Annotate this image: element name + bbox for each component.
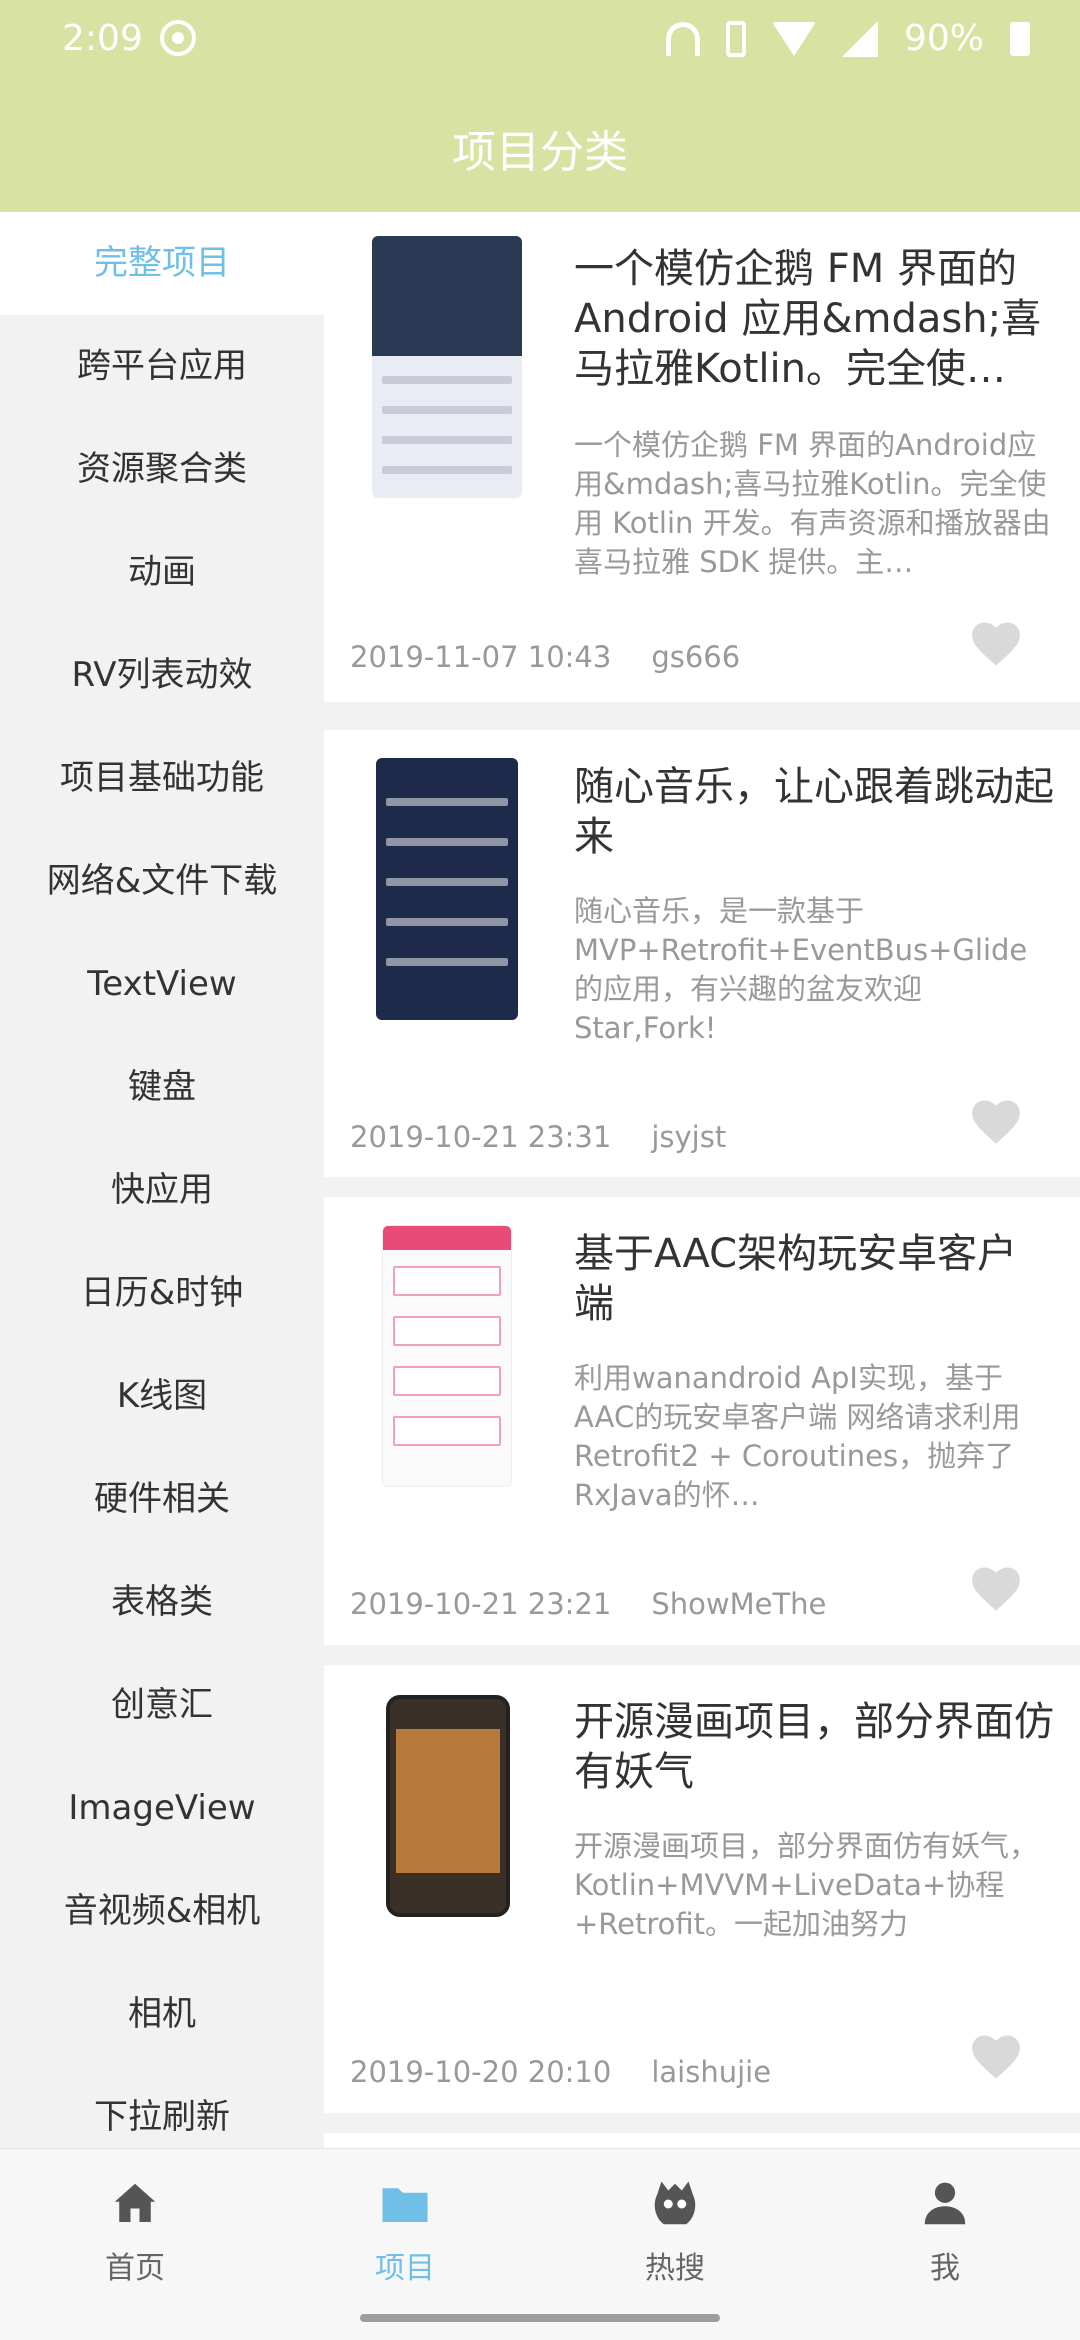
tab-home[interactable]: 首页 (55, 2177, 215, 2287)
tab-label: 首页 (105, 2251, 165, 2286)
vibrate-icon (725, 20, 746, 57)
project-date: 2019-10-21 23:21 (350, 1587, 612, 1621)
sidebar-item-imageview[interactable]: ImageView (0, 1757, 324, 1860)
sidebar-item-basic[interactable]: 项目基础功能 (0, 727, 324, 830)
sidebar-item-animation[interactable]: 动画 (0, 521, 324, 624)
heart-icon[interactable] (968, 2031, 1024, 2081)
folder-icon (382, 2188, 428, 2222)
tab-hot-search[interactable]: 热搜 (595, 2177, 755, 2287)
sidebar-item-creative[interactable]: 创意汇 (0, 1654, 324, 1757)
sidebar-item-kline[interactable]: K线图 (0, 1345, 324, 1448)
project-date: 2019-10-20 20:10 (350, 2055, 612, 2089)
project-thumbnail (376, 758, 518, 1020)
heart-icon[interactable] (968, 618, 1024, 668)
heart-icon[interactable] (968, 1563, 1024, 1613)
sidebar-item-rv-effects[interactable]: RV列表动效 (0, 624, 324, 727)
sidebar-item-keyboard[interactable]: 键盘 (0, 1036, 324, 1139)
project-title: 开源漫画项目，部分界面仿有妖气 (574, 1699, 1054, 1795)
sidebar-item-hardware[interactable]: 硬件相关 (0, 1448, 324, 1551)
sync-icon (160, 20, 196, 56)
sidebar-item-textview[interactable]: TextView (0, 933, 324, 1036)
project-meta: 2019-10-20 20:10 laishujie (350, 2055, 771, 2089)
sidebar-item-refresh[interactable]: 下拉刷新 (0, 2066, 324, 2148)
project-desc: 利用wanandroid ApI实现，基于AAC的玩安卓客户端 网络请求利用Re… (574, 1361, 1021, 1512)
sidebar-item-calendar[interactable]: 日历&时钟 (0, 1242, 324, 1345)
battery-percent: 90% (903, 18, 984, 59)
project-card[interactable]: 一个模仿企鹅 FM 界面的 Android 应用&mdash;喜马拉雅Kotli… (324, 212, 1080, 702)
sidebar-item-complete[interactable]: 完整项目 (0, 212, 324, 315)
home-icon (114, 2183, 156, 2222)
tab-label: 我 (930, 2251, 960, 2286)
project-author: gs666 (651, 640, 741, 674)
gesture-bar[interactable] (360, 2314, 720, 2322)
project-list: 一个模仿企鹅 FM 界面的 Android 应用&mdash;喜马拉雅Kotli… (324, 212, 1080, 2148)
project-desc: 开源漫画项目，部分界面仿有妖气，Kotlin+MVVM+LiveData+协程+… (574, 1829, 1039, 1941)
tab-label: 热搜 (645, 2251, 705, 2286)
bottom-nav: 首页 项目 热搜 我 (0, 2148, 1080, 2340)
project-author: ShowMeThe (651, 1587, 827, 1621)
sidebar-item-cross-platform[interactable]: 跨平台应用 (0, 315, 324, 418)
project-desc: 一个模仿企鹅 FM 界面的Android应用&mdash;喜马拉雅Kotlin。… (574, 428, 1051, 579)
tab-label: 项目 (375, 2251, 435, 2286)
sidebar-item-quickapp[interactable]: 快应用 (0, 1139, 324, 1242)
project-thumbnail (372, 236, 522, 498)
app-header: 2:09 90% 项目分类 (0, 0, 1080, 212)
project-meta: 2019-10-21 23:31 jsyjst (350, 1120, 726, 1154)
headphones-icon (665, 21, 700, 56)
status-time: 2:09 (62, 18, 143, 59)
sidebar-item-table[interactable]: 表格类 (0, 1551, 324, 1654)
wifi-icon (771, 21, 816, 56)
project-title: 基于AAC架构玩安卓客户端 (574, 1231, 1018, 1327)
heart-icon[interactable] (968, 1096, 1024, 1146)
sidebar-item-aggregation[interactable]: 资源聚合类 (0, 418, 324, 521)
project-thumbnail (386, 1695, 510, 1917)
sidebar-item-camera[interactable]: 相机 (0, 1963, 324, 2066)
page-title: 项目分类 (452, 127, 628, 178)
project-card[interactable]: 基于AAC架构玩安卓客户端 利用wanandroid ApI实现，基于AAC的玩… (324, 1197, 1080, 1645)
project-card[interactable]: 开源漫画项目，部分界面仿有妖气 开源漫画项目，部分界面仿有妖气，Kotlin+M… (324, 1665, 1080, 2113)
monster-icon (654, 2181, 696, 2225)
status-bar: 2:09 90% (0, 0, 1080, 80)
project-thumbnail (382, 1225, 512, 1487)
project-date: 2019-11-07 10:43 (350, 640, 612, 674)
project-card[interactable] (324, 2133, 1080, 2148)
tab-me[interactable]: 我 (865, 2177, 1025, 2287)
project-date: 2019-10-21 23:31 (350, 1120, 612, 1154)
project-card[interactable]: 随心音乐，让心跟着跳动起来 随心音乐，是一款基于MVP+Retrofit+Eve… (324, 730, 1080, 1177)
sidebar-item-av-camera[interactable]: 音视频&相机 (0, 1860, 324, 1963)
project-meta: 2019-10-21 23:21 ShowMeThe (350, 1587, 826, 1621)
tab-projects[interactable]: 项目 (325, 2177, 485, 2287)
project-title: 一个模仿企鹅 FM 界面的 Android 应用&mdash;喜马拉雅Kotli… (574, 246, 1042, 392)
sidebar-item-network[interactable]: 网络&文件下载 (0, 830, 324, 933)
battery-icon (1010, 21, 1030, 56)
project-author: laishujie (651, 2055, 772, 2089)
person-icon (924, 2182, 966, 2225)
project-meta: 2019-11-07 10:43 gs666 (350, 640, 740, 674)
project-title: 随心音乐，让心跟着跳动起来 (574, 764, 1054, 860)
category-sidebar: 完整项目 跨平台应用 资源聚合类 动画 RV列表动效 项目基础功能 网络&文件下… (0, 212, 324, 2148)
signal-icon (841, 20, 878, 57)
project-author: jsyjst (651, 1120, 727, 1154)
project-desc: 随心音乐，是一款基于MVP+Retrofit+EventBus+Glide的应用… (574, 894, 1028, 1045)
